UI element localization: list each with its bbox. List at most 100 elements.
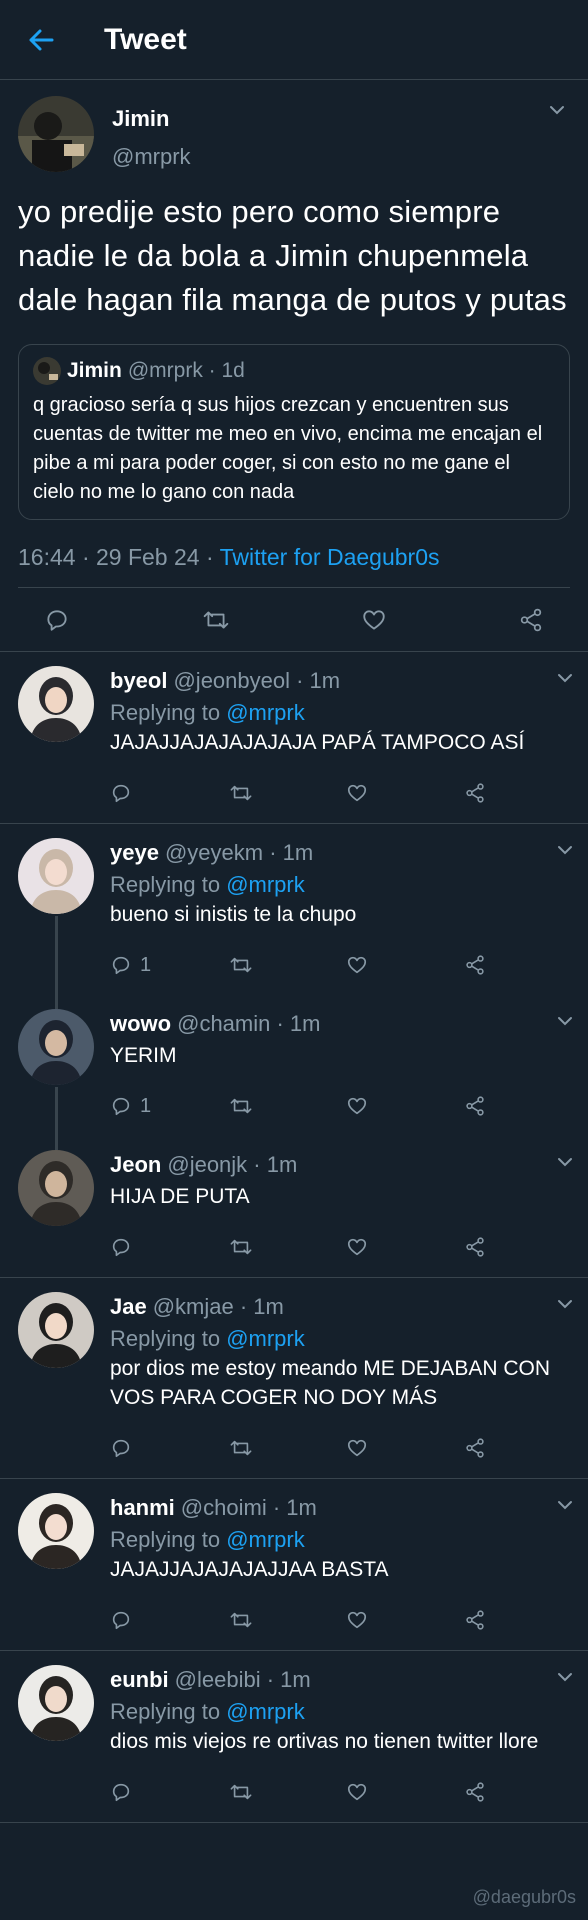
share-button[interactable] xyxy=(464,1437,486,1459)
reply-handle-time: @jeonbyeol · 1m xyxy=(173,668,341,693)
retweet-button[interactable] xyxy=(228,954,346,976)
reply-count: 1 xyxy=(140,953,152,976)
tweet-source-link[interactable]: Twitter for Daegubr0s xyxy=(220,544,440,570)
share-button[interactable] xyxy=(518,607,544,633)
reply-author-name[interactable]: hanmi xyxy=(110,1495,175,1521)
retweet-button[interactable] xyxy=(201,607,231,633)
reply-button[interactable] xyxy=(110,1437,228,1459)
retweet-icon xyxy=(230,1784,252,1800)
tweet-text: yo predije esto pero como siempre nadie … xyxy=(18,194,567,317)
share-button[interactable] xyxy=(464,1095,486,1117)
share-icon xyxy=(466,1782,484,1802)
replying-to-link[interactable]: @mrprk xyxy=(226,872,305,897)
top-bar: Tweet xyxy=(0,0,588,80)
like-button[interactable] xyxy=(346,1095,464,1117)
reply-author-name[interactable]: eunbi xyxy=(110,1667,169,1693)
quoted-avatar xyxy=(33,357,61,385)
retweet-button[interactable] xyxy=(228,1437,346,1459)
tweet-timestamp: 16:44 · 29 Feb 24 · xyxy=(18,544,220,570)
chevron-down-icon xyxy=(558,1158,572,1167)
reply-tweet[interactable]: hanmi @choimi · 1m Replying to @mrprk JA… xyxy=(0,1479,588,1651)
quoted-tweet[interactable]: Jimin @mrprk · 1d q gracioso sería q sus… xyxy=(18,344,570,520)
avatar[interactable] xyxy=(18,1150,94,1226)
avatar[interactable] xyxy=(18,1009,94,1085)
avatar[interactable] xyxy=(18,666,94,742)
retweet-button[interactable] xyxy=(228,1095,346,1117)
like-button[interactable] xyxy=(346,1437,464,1459)
reply-author-name[interactable]: byeol xyxy=(110,668,167,694)
share-button[interactable] xyxy=(464,782,486,804)
retweet-button[interactable] xyxy=(228,1236,346,1258)
reply-tweet[interactable]: eunbi @leebibi · 1m Replying to @mrprk d… xyxy=(0,1651,588,1823)
replying-to-link[interactable]: @mrprk xyxy=(226,1527,305,1552)
tweet-menu-button[interactable] xyxy=(556,844,574,856)
reply-text: por dios me estoy meando ME DEJABAN CON … xyxy=(110,1357,550,1409)
watermark: @daegubr0s xyxy=(472,1887,576,1907)
reply-tweet[interactable]: yeye @yeyekm · 1m Replying to @mrprk bue… xyxy=(0,824,588,995)
share-button[interactable] xyxy=(464,954,486,976)
retweet-button[interactable] xyxy=(228,1781,346,1803)
replying-to-link[interactable]: @mrprk xyxy=(226,1326,305,1351)
retweet-button[interactable] xyxy=(228,1609,346,1631)
like-button[interactable] xyxy=(361,607,387,633)
reply-text: JAJAJJAJAJAJAJAJA PAPÁ TAMPOCO ASÍ xyxy=(110,731,525,754)
chevron-down-icon xyxy=(550,106,564,115)
reply-icon xyxy=(112,784,130,803)
author-name[interactable]: Jimin xyxy=(112,106,191,132)
like-button[interactable] xyxy=(346,782,464,804)
reply-button[interactable] xyxy=(44,607,70,633)
avatar[interactable] xyxy=(18,1493,94,1569)
reply-icon xyxy=(112,1097,130,1116)
reply-text: YERIM xyxy=(110,1044,177,1067)
replying-to-link[interactable]: @mrprk xyxy=(226,1699,305,1724)
reply-tweet[interactable]: wowo @chamin · 1m YERIM 1 xyxy=(0,995,588,1136)
reply-button[interactable] xyxy=(110,1609,228,1631)
tweet-menu-button[interactable] xyxy=(556,1499,574,1511)
reply-button[interactable] xyxy=(110,782,228,804)
retweet-icon xyxy=(230,1612,252,1628)
tweet-menu-button[interactable] xyxy=(556,1298,574,1310)
reply-handle-time: @choimi · 1m xyxy=(180,1495,317,1520)
reply-tweet[interactable]: Jeon @jeonjk · 1m HIJA DE PUTA xyxy=(0,1136,588,1278)
chevron-down-icon xyxy=(558,1501,572,1510)
reply-tweet[interactable]: byeol @jeonbyeol · 1m Replying to @mrprk… xyxy=(0,652,588,824)
share-icon xyxy=(466,1096,484,1116)
tweet-menu-button[interactable] xyxy=(548,104,566,116)
tweet-menu-button[interactable] xyxy=(556,1015,574,1027)
reply-icon xyxy=(112,956,130,975)
share-button[interactable] xyxy=(464,1781,486,1803)
avatar[interactable] xyxy=(18,1292,94,1368)
avatar[interactable] xyxy=(18,838,94,914)
share-button[interactable] xyxy=(464,1236,486,1258)
reply-author-name[interactable]: yeye xyxy=(110,840,159,866)
like-button[interactable] xyxy=(346,1609,464,1631)
tweet-menu-button[interactable] xyxy=(556,1671,574,1683)
tweet-menu-button[interactable] xyxy=(556,672,574,684)
reply-tweet[interactable]: Jae @kmjae · 1m Replying to @mrprk por d… xyxy=(0,1278,588,1479)
share-icon xyxy=(466,955,484,975)
like-button[interactable] xyxy=(346,954,464,976)
reply-author-name[interactable]: Jeon xyxy=(110,1152,161,1178)
replying-to-label: Replying to xyxy=(110,872,227,897)
reply-author-name[interactable]: wowo xyxy=(110,1011,171,1037)
reply-button[interactable]: 1 xyxy=(110,1095,228,1118)
like-icon xyxy=(347,1611,367,1629)
back-button[interactable] xyxy=(26,25,56,55)
avatar[interactable] xyxy=(18,96,94,172)
tweet-menu-button[interactable] xyxy=(556,1156,574,1168)
author-handle[interactable]: @mrprk xyxy=(112,144,191,170)
reply-button[interactable] xyxy=(110,1781,228,1803)
reply-text: JAJAJJAJAJAJAJJAA BASTA xyxy=(110,1558,389,1581)
share-button[interactable] xyxy=(464,1609,486,1631)
like-button[interactable] xyxy=(346,1236,464,1258)
share-icon xyxy=(466,1237,484,1257)
reply-button[interactable] xyxy=(110,1236,228,1258)
retweet-button[interactable] xyxy=(228,782,346,804)
replying-to-label: Replying to xyxy=(110,1527,227,1552)
replying-to-link[interactable]: @mrprk xyxy=(226,700,305,725)
like-button[interactable] xyxy=(346,1781,464,1803)
reply-button[interactable]: 1 xyxy=(110,954,228,977)
avatar[interactable] xyxy=(18,1665,94,1741)
reply-handle-time: @chamin · 1m xyxy=(177,1011,321,1036)
reply-author-name[interactable]: Jae xyxy=(110,1294,147,1320)
